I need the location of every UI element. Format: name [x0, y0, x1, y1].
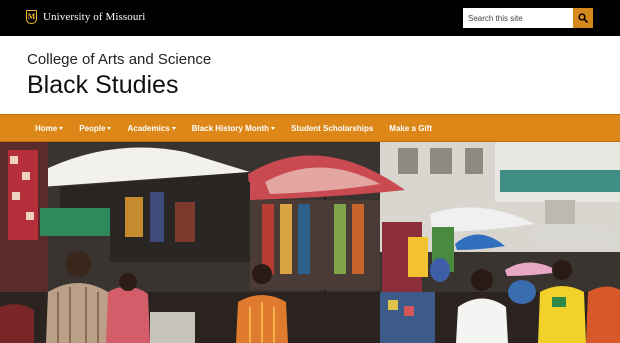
site-header: College of Arts and Science Black Studie… — [0, 36, 620, 114]
market-scene-illustration — [0, 142, 620, 343]
department-title-link[interactable]: Black Studies — [27, 71, 178, 100]
caret-down-icon — [59, 126, 64, 130]
nav-item-academics[interactable]: Academics — [127, 123, 176, 133]
nav-label: Student Scholarships — [291, 123, 374, 133]
nav-label: Make a Gift — [389, 123, 432, 133]
caret-down-icon — [271, 126, 276, 130]
nav-item-black-history-month[interactable]: Black History Month — [191, 123, 276, 133]
main-nav: Home People Academics Black History Mont… — [0, 114, 620, 142]
nav-label: Home — [35, 123, 58, 133]
mizzou-logo-icon: M — [26, 10, 37, 24]
caret-down-icon — [107, 126, 112, 130]
nav-label: Black History Month — [191, 123, 270, 133]
site-search — [463, 8, 593, 28]
nav-item-home[interactable]: Home — [35, 123, 64, 133]
university-brand-link[interactable]: M University of Missouri — [26, 10, 145, 24]
college-name-link[interactable]: College of Arts and Science — [27, 51, 211, 68]
hero-image — [0, 142, 620, 343]
nav-item-student-scholarships[interactable]: Student Scholarships — [291, 124, 373, 133]
nav-item-people[interactable]: People — [79, 123, 112, 133]
caret-down-icon — [171, 126, 176, 130]
search-icon — [578, 13, 588, 23]
nav-item-make-a-gift[interactable]: Make a Gift — [389, 124, 432, 133]
university-name: University of Missouri — [43, 11, 146, 23]
search-input[interactable] — [463, 8, 573, 28]
nav-label: Academics — [127, 123, 170, 133]
top-bar: M University of Missouri — [0, 0, 620, 36]
nav-label: People — [79, 123, 106, 133]
search-button[interactable] — [573, 8, 593, 28]
